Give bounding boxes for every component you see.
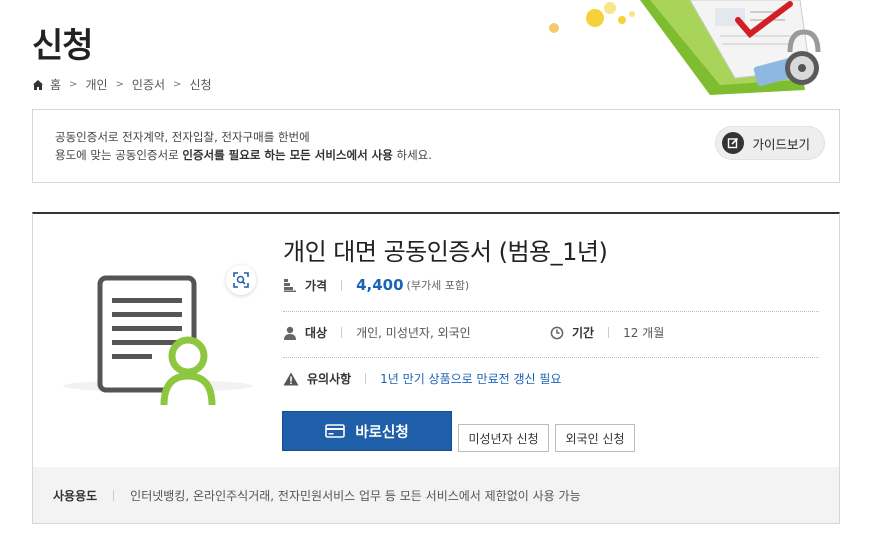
breadcrumb-home[interactable]: 홈 bbox=[50, 76, 61, 93]
product-title: 개인 대면 공동인증서 (범용_1년) bbox=[283, 238, 608, 266]
zoom-in-icon bbox=[233, 272, 249, 288]
price-row: 가격 4,400 (부가세 포함) bbox=[283, 276, 469, 294]
target-label: 대상 bbox=[305, 326, 328, 340]
price-icon bbox=[284, 279, 296, 292]
usage-value: 인터넷뱅킹, 온라인주식거래, 전자민원서비스 업무 등 모든 서비스에서 제한… bbox=[130, 488, 581, 503]
row-separator bbox=[283, 311, 819, 312]
edit-document-icon bbox=[722, 132, 745, 154]
breadcrumb-certificate[interactable]: 인증서 bbox=[132, 76, 165, 93]
chevron-right-icon: > bbox=[69, 79, 78, 90]
user-icon bbox=[284, 326, 296, 340]
info-line-2: 용도에 맞는 공동인증서로 인증서를 필요로 하는 모든 서비스에서 사용 하세… bbox=[55, 146, 432, 164]
apply-now-button[interactable]: 바로신청 bbox=[282, 411, 452, 451]
target-value: 개인, 미성년자, 외국인 bbox=[356, 326, 471, 340]
info-box: 공동인증서로 전자계약, 전자입찰, 전자구매를 한번에 용도에 맞는 공동인증… bbox=[32, 109, 840, 183]
divider bbox=[341, 279, 343, 291]
usage-bar: 사용용도 인터넷뱅킹, 온라인주식거래, 전자민원서비스 업무 등 모든 서비스… bbox=[33, 467, 839, 523]
info-line-1: 공동인증서로 전자계약, 전자입찰, 전자구매를 한번에 bbox=[55, 130, 310, 144]
hero-illustration bbox=[549, 0, 821, 95]
info-description: 공동인증서로 전자계약, 전자입찰, 전자구매를 한번에 용도에 맞는 공동인증… bbox=[55, 128, 432, 164]
guide-button[interactable]: 가이드보기 bbox=[715, 126, 825, 160]
minor-apply-button[interactable]: 미성년자 신청 bbox=[458, 424, 549, 452]
divider bbox=[608, 327, 610, 338]
info-line-2-emphasis: 인증서를 필요로 하는 모든 서비스에서 사용 bbox=[182, 148, 393, 162]
target-row: 대상 개인, 미성년자, 외국인 bbox=[283, 324, 471, 341]
breadcrumb: 홈 > 개인 > 인증서 > 신청 bbox=[32, 76, 212, 93]
notice-value: 1년 만기 상품으로 만료전 갱신 필요 bbox=[380, 372, 562, 386]
usage-label: 사용용도 bbox=[53, 488, 98, 503]
price-note: (부가세 포함) bbox=[406, 279, 470, 292]
home-icon[interactable] bbox=[32, 79, 44, 91]
apply-now-label: 바로신청 bbox=[355, 424, 409, 441]
divider bbox=[365, 373, 367, 384]
row-separator bbox=[283, 357, 819, 358]
info-line-2-suffix: 하세요. bbox=[392, 148, 432, 162]
warning-icon bbox=[283, 372, 299, 385]
period-row: 기간 12 개월 bbox=[550, 324, 664, 341]
certificate-icon bbox=[63, 275, 253, 406]
price-value: 4,400 bbox=[356, 276, 404, 294]
zoom-button[interactable] bbox=[226, 265, 256, 295]
period-label: 기간 bbox=[572, 326, 595, 340]
divider bbox=[113, 489, 115, 501]
divider bbox=[341, 327, 343, 338]
notice-row: 유의사항 1년 만기 상품으로 만료전 갱신 필요 bbox=[283, 370, 561, 387]
clock-icon bbox=[550, 326, 564, 339]
product-card: 개인 대면 공동인증서 (범용_1년) 가격 4,400 (부가세 포함) 대상… bbox=[32, 212, 840, 524]
chevron-right-icon: > bbox=[173, 79, 182, 90]
period-value: 12 개월 bbox=[623, 326, 665, 340]
breadcrumb-apply: 신청 bbox=[189, 78, 212, 92]
notice-label: 유의사항 bbox=[307, 372, 352, 386]
guide-button-label: 가이드보기 bbox=[752, 136, 810, 152]
breadcrumb-personal[interactable]: 개인 bbox=[85, 76, 107, 93]
info-line-2-prefix: 용도에 맞는 공동인증서로 bbox=[55, 148, 183, 162]
foreigner-apply-button[interactable]: 외국인 신청 bbox=[555, 424, 635, 452]
price-label: 가격 bbox=[305, 278, 328, 293]
chevron-right-icon: > bbox=[115, 79, 124, 90]
page-title: 신청 bbox=[32, 26, 94, 66]
credit-card-icon bbox=[325, 424, 346, 438]
